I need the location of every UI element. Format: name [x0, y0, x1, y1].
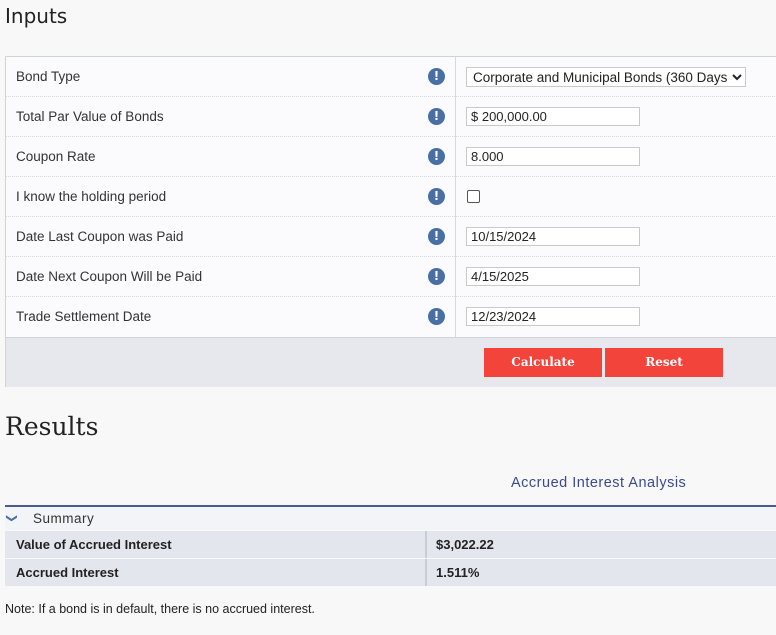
next-coupon-date-input[interactable] — [466, 267, 640, 286]
summary-row: Value of Accrued Interest $3,022.22 — [5, 530, 776, 558]
summary-toggle[interactable]: ❯ Summary — [5, 507, 776, 530]
default-note: Note: If a bond is in default, there is … — [5, 602, 315, 616]
summary-section: ❯ Summary Value of Accrued Interest $3,0… — [5, 505, 776, 586]
settlement-date-row: Trade Settlement Date ! — [6, 297, 776, 337]
results-heading: Results — [5, 412, 99, 441]
info-icon[interactable]: ! — [428, 308, 445, 325]
chevron-down-icon[interactable]: ❯ — [0, 514, 23, 524]
summary-row-label: Value of Accrued Interest — [16, 537, 172, 552]
summary-row: Accrued Interest 1.511% — [5, 558, 776, 586]
inputs-heading: Inputs — [5, 4, 68, 28]
inputs-form: Bond Type ! Corporate and Municipal Bond… — [5, 56, 776, 387]
coupon-rate-row: Coupon Rate ! — [6, 137, 776, 177]
column-divider — [425, 531, 427, 558]
column-divider — [455, 137, 456, 177]
info-icon[interactable]: ! — [428, 188, 445, 205]
par-value-row: Total Par Value of Bonds ! — [6, 97, 776, 137]
bond-type-select[interactable]: Corporate and Municipal Bonds (360 Days) — [466, 67, 746, 87]
settlement-date-input[interactable] — [466, 307, 640, 326]
bond-type-label: Bond Type — [16, 69, 81, 84]
calculate-button[interactable]: Calculate — [484, 348, 602, 377]
holding-period-checkbox[interactable] — [467, 190, 480, 203]
bond-type-row: Bond Type ! Corporate and Municipal Bond… — [6, 57, 776, 97]
coupon-rate-input[interactable] — [466, 147, 640, 166]
info-icon[interactable]: ! — [428, 148, 445, 165]
summary-row-label: Accrued Interest — [16, 565, 119, 580]
column-divider — [455, 217, 456, 257]
last-coupon-row: Date Last Coupon was Paid ! — [6, 217, 776, 257]
summary-row-value: 1.511% — [436, 565, 480, 580]
settlement-date-label: Trade Settlement Date — [16, 309, 152, 324]
info-icon[interactable]: ! — [428, 108, 445, 125]
button-bar: Calculate Reset — [6, 337, 776, 387]
info-icon[interactable]: ! — [428, 228, 445, 245]
next-coupon-row: Date Next Coupon Will be Paid ! — [6, 257, 776, 297]
next-coupon-label: Date Next Coupon Will be Paid — [16, 269, 203, 284]
holding-period-row: I know the holding period ! — [6, 177, 776, 217]
column-divider — [425, 559, 427, 586]
column-divider — [455, 297, 456, 337]
reset-button[interactable]: Reset — [605, 348, 723, 377]
holding-period-label: I know the holding period — [16, 189, 167, 204]
last-coupon-label: Date Last Coupon was Paid — [16, 229, 184, 244]
analysis-title: Accrued Interest Analysis — [511, 475, 687, 491]
column-divider — [455, 97, 456, 137]
column-divider — [455, 57, 456, 97]
last-coupon-date-input[interactable] — [466, 227, 640, 246]
column-divider — [455, 177, 456, 217]
summary-label: Summary — [33, 511, 95, 526]
info-icon[interactable]: ! — [428, 268, 445, 285]
par-value-label: Total Par Value of Bonds — [16, 109, 164, 124]
info-icon[interactable]: ! — [428, 68, 445, 85]
coupon-rate-label: Coupon Rate — [16, 149, 96, 164]
column-divider — [455, 257, 456, 297]
summary-row-value: $3,022.22 — [436, 537, 494, 552]
par-value-input[interactable] — [466, 107, 640, 126]
